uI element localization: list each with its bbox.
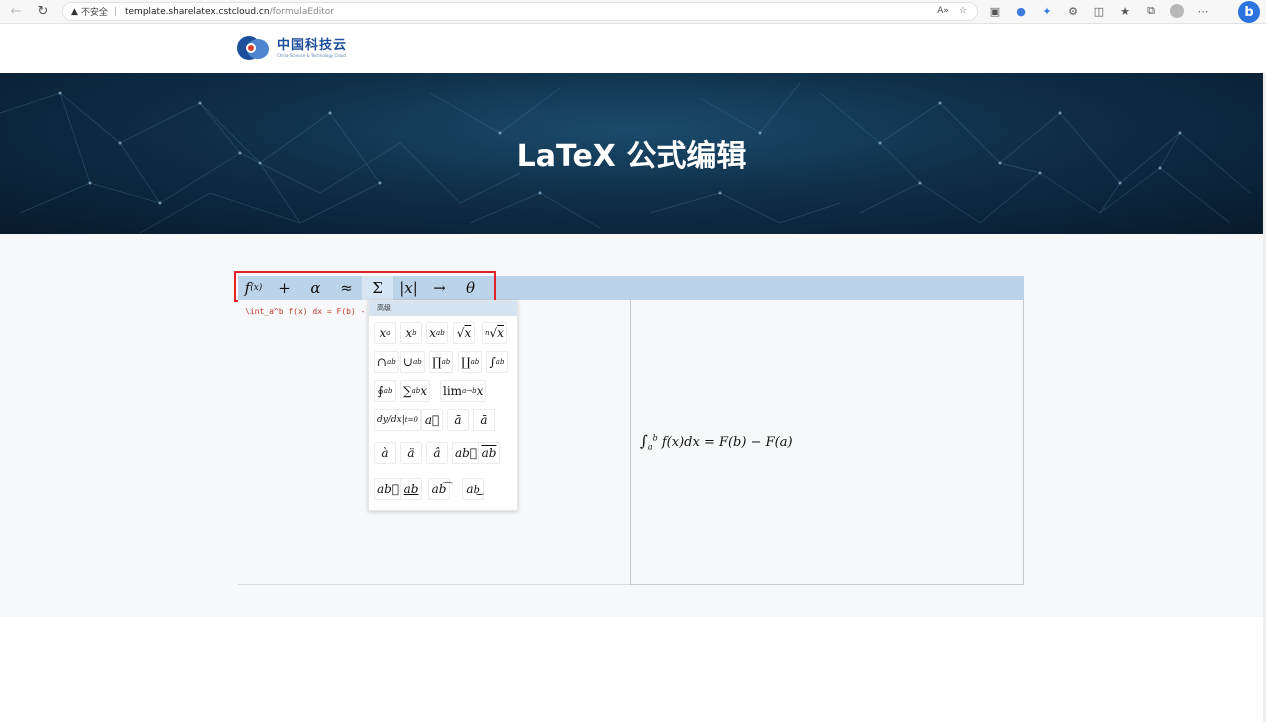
collections-icon[interactable]: ⧉ — [1144, 2, 1158, 20]
diaeresis-accent-button[interactable]: ä — [400, 442, 422, 464]
summation-button[interactable]: ∑ a b x — [400, 380, 431, 402]
subscript-button[interactable]: xa — [374, 322, 396, 344]
rendered-formula: ∫ab f(x)dx = F(b) − F(a) — [640, 432, 793, 452]
favorite-add-icon[interactable]: ☆ — [959, 6, 967, 16]
integral-button[interactable]: ∫ a b — [486, 351, 508, 373]
profile-avatar[interactable] — [1170, 2, 1184, 20]
sub-superscript-button[interactable]: xab — [426, 322, 448, 344]
overbrace-button[interactable]: ab͡ — [428, 478, 450, 500]
split-screen-icon[interactable]: ◫ — [1092, 2, 1106, 20]
contour-integral-button[interactable]: ∮ a b — [374, 380, 396, 402]
overline-button[interactable]: ab — [478, 442, 500, 464]
sqrt-button[interactable]: √ x — [453, 322, 475, 344]
highlight-annotation-box — [234, 271, 496, 302]
product-button[interactable]: ∏ a b — [429, 351, 454, 373]
nth-root-button[interactable]: n √ x — [482, 322, 507, 344]
page-title: LaTeX 公式编辑 — [516, 139, 747, 174]
reload-icon[interactable]: ↻ — [32, 1, 54, 23]
security-label[interactable]: 不安全 — [81, 5, 108, 18]
intersection-button[interactable]: ∩ a b — [374, 351, 399, 373]
extensions-puzzle-icon[interactable]: ⚙ — [1066, 2, 1080, 20]
hero-banner: LaTeX 公式编辑 — [0, 73, 1263, 234]
derivative-at-button[interactable]: dy/dx| t=0 — [374, 409, 421, 431]
vector-accent-button[interactable]: a⃗ — [421, 409, 443, 431]
bing-copilot-icon[interactable]: b — [1238, 1, 1260, 23]
coproduct-button[interactable]: ∐ a b — [458, 351, 483, 373]
macron-accent-button[interactable]: ā — [473, 409, 495, 431]
latex-source-text[interactable]: \int_a^b f(x) dx = F(b) - F( — [245, 307, 380, 316]
read-aloud-icon[interactable]: A» — [937, 6, 949, 16]
url-path: /formulaEditor — [269, 6, 334, 17]
browser-chrome: ← ↻ ▲ 不安全 | template.sharelatex.cstcloud… — [0, 0, 1266, 24]
copilot-extension-icon[interactable]: ✦ — [1040, 2, 1054, 20]
hat-accent-button[interactable]: â — [426, 442, 448, 464]
dropdown-header: 高级 — [369, 301, 517, 316]
cloud-logo-icon — [237, 35, 273, 61]
union-button[interactable]: ∪ a b — [400, 351, 425, 373]
address-bar[interactable]: ▲ 不安全 | template.sharelatex.cstcloud.cn /… — [62, 2, 978, 21]
back-arrow-icon[interactable]: ← — [5, 1, 27, 23]
url-host: template.sharelatex.cstcloud.cn — [124, 6, 270, 17]
underbrace-button[interactable]: ab͜ — [462, 478, 484, 500]
more-menu-icon[interactable]: ⋯ — [1196, 2, 1210, 20]
logo-text-en: China Science & Technology Cloud — [277, 53, 346, 58]
advanced-symbols-dropdown: 高级 xa xb xab √ x n √ x ∩ a b ∪ a b ∏ a b ∐ a b ∫ a b … — [368, 300, 518, 511]
bar-accent-button[interactable]: ā — [447, 409, 469, 431]
address-separator: | — [113, 6, 117, 17]
logo-text-cn: 中国科技云 — [277, 38, 348, 53]
image-extension-icon[interactable]: ▣ — [988, 2, 1002, 20]
underline-button[interactable]: ab — [400, 478, 422, 500]
superscript-button[interactable]: xb — [400, 322, 422, 344]
limit-button[interactable]: lim a→b x — [440, 380, 487, 402]
grave-accent-button[interactable]: à — [374, 442, 396, 464]
extension-dot-icon[interactable]: ● — [1014, 2, 1028, 20]
right-arrow-over-button[interactable]: ab⃗ — [374, 478, 403, 500]
site-logo[interactable]: 中国科技云 China Science & Technology Cloud — [237, 35, 347, 61]
warning-icon: ▲ — [71, 6, 78, 17]
left-arrow-over-button[interactable]: ab⃖ — [452, 442, 481, 464]
favorites-icon[interactable]: ★ — [1118, 2, 1132, 20]
site-header: 中国科技云 China Science & Technology Cloud — [0, 24, 1266, 73]
